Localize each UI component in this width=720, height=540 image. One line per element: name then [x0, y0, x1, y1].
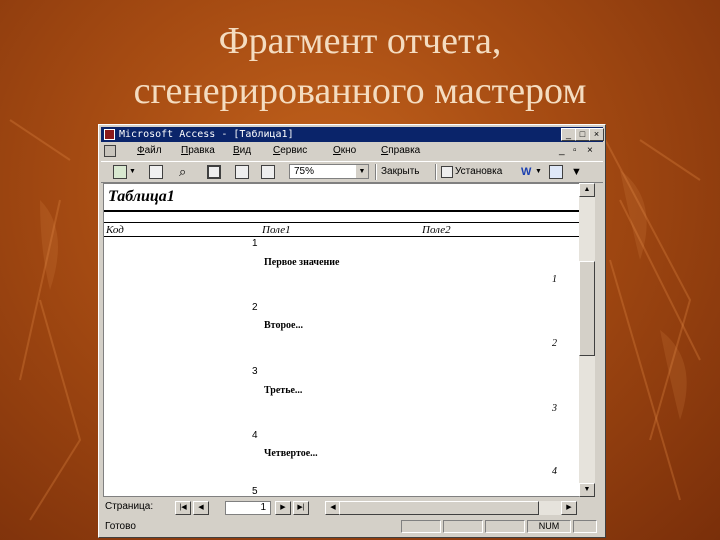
- design-view-icon[interactable]: [113, 165, 127, 179]
- toolbar-separator: [375, 164, 377, 180]
- multiple-pages-icon[interactable]: [261, 165, 275, 179]
- record-field2: 2: [552, 338, 557, 349]
- access-window: Microsoft Access - [Таблица1] _ □ × Файл…: [98, 124, 606, 538]
- record-id: 1: [252, 238, 258, 249]
- doc-restore-icon[interactable]: ▫: [573, 143, 577, 159]
- menu-view[interactable]: Вид: [233, 143, 251, 159]
- menu-tools[interactable]: Сервис: [273, 143, 307, 159]
- title-underline: [104, 210, 579, 212]
- last-page-icon[interactable]: ▶|: [293, 501, 309, 515]
- menu-edit[interactable]: Правка: [181, 143, 215, 159]
- record-field1: Третье...: [264, 385, 303, 396]
- maximize-button[interactable]: □: [575, 128, 590, 141]
- scroll-down-icon[interactable]: ▼: [579, 483, 595, 497]
- num-lock-indicator: NUM: [527, 520, 571, 533]
- doc-close-icon[interactable]: ×: [587, 143, 593, 159]
- report-title: Таблица1: [108, 188, 175, 205]
- column-header-id: Код: [106, 224, 124, 236]
- database-window-icon[interactable]: [549, 165, 563, 179]
- menu-window[interactable]: Окно: [333, 143, 356, 159]
- access-app-icon[interactable]: [104, 129, 115, 140]
- slide-title: Фрагмент отчета, сгенерированного мастер…: [0, 16, 720, 116]
- record-field1: Четвертое...: [264, 448, 318, 459]
- window-titlebar[interactable]: Microsoft Access - [Таблица1] _ □ ×: [101, 127, 604, 142]
- page-setup-icon[interactable]: [441, 166, 453, 178]
- new-object-icon[interactable]: ▼: [571, 165, 585, 179]
- status-panel: [443, 520, 483, 533]
- scroll-up-icon[interactable]: ▲: [579, 183, 595, 197]
- document-icon[interactable]: [104, 145, 116, 157]
- status-panel: [401, 520, 441, 533]
- dropdown-arrow-icon[interactable]: ▼: [129, 165, 136, 179]
- two-pages-icon[interactable]: [235, 165, 249, 179]
- record-field2: 4: [552, 466, 557, 477]
- status-panel: [573, 520, 597, 533]
- zoom-dropdown-icon[interactable]: ▼: [356, 165, 368, 178]
- menu-file[interactable]: Файл: [137, 143, 162, 159]
- page-number-input[interactable]: 1: [225, 501, 271, 515]
- column-header-field2: Поле2: [422, 224, 451, 236]
- page-navigation: Страница: |◀ ◀ 1 ▶ ▶| ◀ ▶: [101, 499, 601, 517]
- minimize-button[interactable]: _: [561, 128, 576, 141]
- doc-minimize-icon[interactable]: _: [559, 143, 565, 159]
- status-panel: [485, 520, 525, 533]
- slide-title-line1: Фрагмент отчета,: [218, 20, 502, 62]
- close-button[interactable]: ×: [589, 128, 604, 141]
- record-field2: 3: [552, 403, 557, 414]
- horizontal-scrollbar[interactable]: ◀ ▶: [325, 501, 577, 515]
- record-field1: Первое значение: [264, 257, 340, 268]
- horizontal-scroll-thumb[interactable]: [339, 501, 539, 515]
- close-preview-button[interactable]: Закрыть: [381, 165, 420, 179]
- menu-help[interactable]: Справка: [381, 143, 420, 159]
- record-field2: 1: [552, 274, 557, 285]
- record-id: 5: [252, 486, 258, 497]
- status-bar: Готово NUM: [101, 519, 601, 535]
- zoom-icon[interactable]: ⌕: [179, 165, 193, 179]
- record-id: 4: [252, 430, 258, 441]
- toolbar-separator: [435, 164, 437, 180]
- page-label: Страница:: [105, 501, 154, 512]
- prev-page-icon[interactable]: ◀: [193, 501, 209, 515]
- record-id: 2: [252, 302, 258, 313]
- window-title: Microsoft Access - [Таблица1]: [119, 129, 294, 140]
- next-page-icon[interactable]: ▶: [275, 501, 291, 515]
- status-text: Готово: [105, 521, 136, 532]
- page-setup-button[interactable]: Установка: [455, 165, 502, 179]
- record-field1: Второе...: [264, 320, 303, 331]
- export-word-icon[interactable]: W: [521, 165, 531, 179]
- first-page-icon[interactable]: |◀: [175, 501, 191, 515]
- vertical-scrollbar[interactable]: ▲ ▼: [579, 183, 595, 497]
- header-rule: [104, 222, 579, 223]
- slide-title-line2: сгенерированного мастером: [133, 70, 587, 112]
- zoom-value: 75%: [294, 166, 315, 177]
- header-bottom-rule: [104, 236, 579, 237]
- report-page: Таблица1 Код Поле1 Поле2 1 Первое значен…: [103, 183, 579, 497]
- column-header-field1: Поле1: [262, 224, 291, 236]
- menu-bar: Файл Правка Вид Сервис Окно Справка _ ▫ …: [101, 143, 603, 159]
- vertical-scroll-thumb[interactable]: [579, 261, 595, 356]
- toolbar: ▼ ⌕ 75% ▼ Закрыть Установка W ▼ ▼: [101, 161, 603, 183]
- one-page-icon[interactable]: [207, 165, 221, 179]
- export-dropdown-icon[interactable]: ▼: [535, 165, 542, 179]
- zoom-select[interactable]: 75% ▼: [289, 164, 369, 179]
- scroll-right-icon[interactable]: ▶: [561, 501, 577, 515]
- record-id: 3: [252, 366, 258, 377]
- print-icon[interactable]: [149, 165, 163, 179]
